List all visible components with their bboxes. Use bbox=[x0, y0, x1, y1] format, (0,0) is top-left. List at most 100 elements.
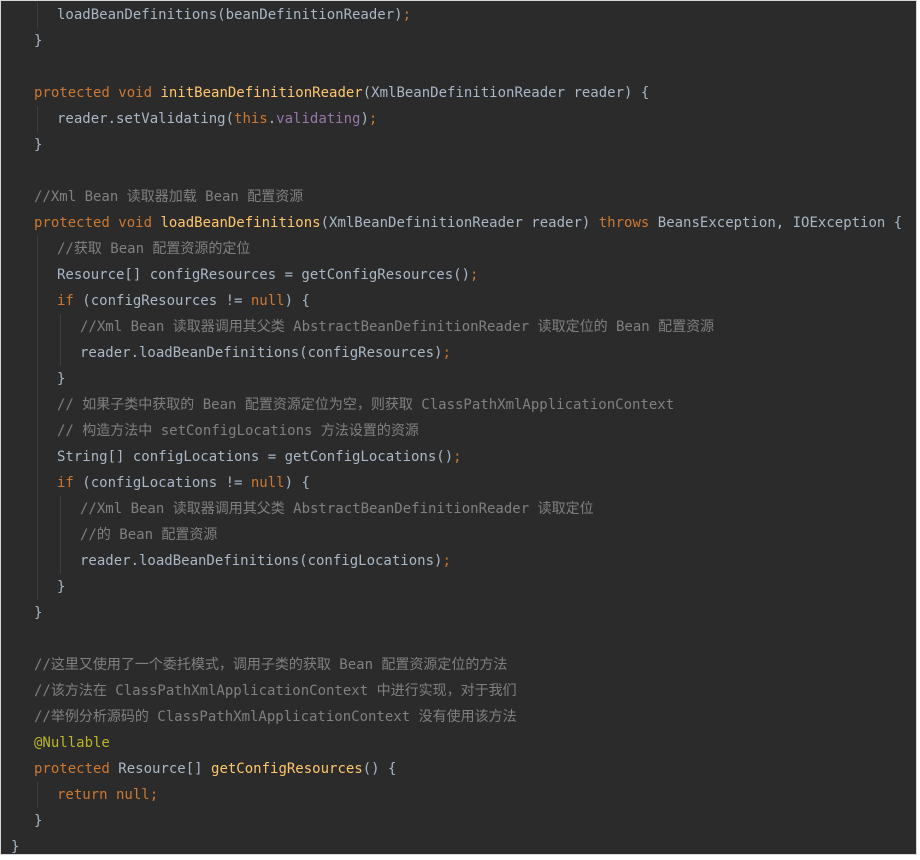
code-token: . bbox=[267, 111, 277, 127]
code-line: } bbox=[34, 600, 42, 626]
code-token: (XmlBeanDefinitionReader reader) { bbox=[362, 85, 650, 101]
indent-guide bbox=[37, 392, 38, 418]
indent-guide bbox=[37, 418, 38, 444]
code-token: (XmlBeanDefinitionReader reader) bbox=[320, 215, 599, 231]
code-token: protected bbox=[34, 761, 119, 777]
code-token: () { bbox=[362, 761, 397, 777]
indent-guide bbox=[60, 340, 61, 366]
code-token: ) { bbox=[284, 475, 310, 491]
code-editor: loadBeanDefinitions(beanDefinitionReader… bbox=[0, 0, 917, 855]
code-token: ; bbox=[453, 449, 462, 465]
indent-guide bbox=[37, 262, 38, 288]
code-token: BeansException, IOException { bbox=[657, 215, 903, 231]
code-line: } bbox=[34, 132, 42, 158]
code-token: return null bbox=[57, 787, 150, 803]
code-line: if (configResources != null) { bbox=[57, 288, 310, 314]
indent-guide bbox=[37, 314, 38, 340]
code-token: ; bbox=[402, 7, 412, 23]
code-line: } bbox=[11, 834, 19, 860]
code-line: } bbox=[57, 574, 65, 600]
code-line: String[] configLocations = getConfigLoca… bbox=[57, 444, 462, 470]
code-token: ) { bbox=[284, 293, 310, 309]
code-token: if bbox=[57, 293, 83, 309]
code-token: null bbox=[250, 293, 285, 309]
code-line: protected Resource[] getConfigResources(… bbox=[34, 756, 396, 782]
indent-guide bbox=[37, 444, 38, 470]
code-token: ; bbox=[470, 267, 479, 283]
code-line: //的 Bean 配置资源 bbox=[80, 522, 217, 548]
code-line: loadBeanDefinitions(beanDefinitionReader… bbox=[57, 2, 411, 28]
code-token: null bbox=[250, 475, 285, 491]
indent-guide bbox=[37, 470, 38, 496]
code-token: ) bbox=[360, 111, 369, 127]
code-token: } bbox=[34, 813, 43, 829]
code-token: //Xml Bean 读取器加载 Bean 配置资源 bbox=[34, 189, 304, 205]
indent-guide bbox=[37, 782, 38, 808]
code-token: reader.setValidating( bbox=[57, 111, 235, 127]
code-line: } bbox=[34, 28, 42, 54]
code-token: ; bbox=[149, 787, 159, 803]
code-token: ; bbox=[368, 111, 378, 127]
code-token: throws bbox=[598, 215, 658, 231]
code-line: @Nullable bbox=[34, 730, 110, 756]
code-line: reader.loadBeanDefinitions(configResourc… bbox=[80, 340, 451, 366]
indent-guide bbox=[37, 288, 38, 314]
code-token: loadBeanDefinitions bbox=[160, 215, 321, 231]
code-line: //Xml Bean 读取器加载 Bean 配置资源 bbox=[34, 184, 303, 210]
code-token: } bbox=[57, 579, 66, 595]
indent-guide bbox=[37, 366, 38, 392]
code-token: loadBeanDefinitions(beanDefinitionReader… bbox=[57, 7, 403, 23]
indent-guide bbox=[37, 548, 38, 574]
code-token: } bbox=[34, 33, 43, 49]
code-token: Resource[] bbox=[118, 761, 212, 777]
indent-guide bbox=[37, 236, 38, 262]
code-token: getConfigResources bbox=[211, 761, 363, 777]
code-token: this bbox=[234, 111, 268, 127]
code-token: //Xml Bean 读取器调用其父类 AbstractBeanDefiniti… bbox=[80, 319, 715, 335]
code-token: Resource[] configResources = getConfigRe… bbox=[57, 267, 471, 283]
code-token: // 如果子类中获取的 Bean 配置资源定位为空，则获取 ClassPathX… bbox=[57, 397, 675, 413]
code-line: return null; bbox=[57, 782, 158, 808]
code-token: reader.loadBeanDefinitions(configLocatio… bbox=[80, 553, 443, 569]
code-token: validating bbox=[276, 111, 361, 127]
code-line: reader.setValidating(this.validating); bbox=[57, 106, 377, 132]
code-token: } bbox=[57, 371, 66, 387]
code-token: if bbox=[57, 475, 83, 491]
indent-guide bbox=[60, 496, 61, 522]
code-token: protected void bbox=[34, 215, 161, 231]
code-token: (configResources != bbox=[82, 293, 251, 309]
indent-guide bbox=[60, 314, 61, 340]
code-line: //这里又使用了一个委托模式，调用子类的获取 Bean 配置资源定位的方法 bbox=[34, 652, 507, 678]
code-line: //Xml Bean 读取器调用其父类 AbstractBeanDefiniti… bbox=[80, 314, 714, 340]
code-line: Resource[] configResources = getConfigRe… bbox=[57, 262, 478, 288]
code-line: } bbox=[57, 366, 65, 392]
code-line: // 如果子类中获取的 Bean 配置资源定位为空，则获取 ClassPathX… bbox=[57, 392, 674, 418]
code-line: //获取 Bean 配置资源的定位 bbox=[57, 236, 250, 262]
indent-guide bbox=[37, 522, 38, 548]
code-token: } bbox=[11, 839, 20, 855]
code-line: if (configLocations != null) { bbox=[57, 470, 310, 496]
code-token: //举例分析源码的 ClassPathXmlApplicationContext… bbox=[34, 709, 517, 725]
code-token: //获取 Bean 配置资源的定位 bbox=[57, 241, 251, 257]
code-token: } bbox=[34, 137, 43, 153]
indent-guide bbox=[37, 496, 38, 522]
indent-guide bbox=[60, 548, 61, 574]
code-token: //的 Bean 配置资源 bbox=[80, 527, 218, 543]
code-line: // 构造方法中 setConfigLocations 方法设置的资源 bbox=[57, 418, 419, 444]
code-line: //该方法在 ClassPathXmlApplicationContext 中进… bbox=[34, 678, 517, 704]
indent-guide bbox=[37, 2, 38, 28]
code-line: //Xml Bean 读取器调用其父类 AbstractBeanDefiniti… bbox=[80, 496, 594, 522]
code-token: //Xml Bean 读取器调用其父类 AbstractBeanDefiniti… bbox=[80, 501, 594, 517]
code-line: reader.loadBeanDefinitions(configLocatio… bbox=[80, 548, 451, 574]
code-token: protected void bbox=[34, 85, 161, 101]
code-token: String[] configLocations = getConfigLoca… bbox=[57, 449, 454, 465]
code-line: protected void initBeanDefinitionReader(… bbox=[34, 80, 649, 106]
code-token: //该方法在 ClassPathXmlApplicationContext 中进… bbox=[34, 683, 517, 699]
code-token: ; bbox=[442, 345, 451, 361]
code-line: protected void loadBeanDefinitions(XmlBe… bbox=[34, 210, 902, 236]
indent-guide bbox=[37, 340, 38, 366]
code-token: ; bbox=[442, 553, 451, 569]
indent-guide bbox=[60, 522, 61, 548]
code-token: // 构造方法中 setConfigLocations 方法设置的资源 bbox=[57, 423, 419, 439]
code-token: reader.loadBeanDefinitions(configResourc… bbox=[80, 345, 443, 361]
